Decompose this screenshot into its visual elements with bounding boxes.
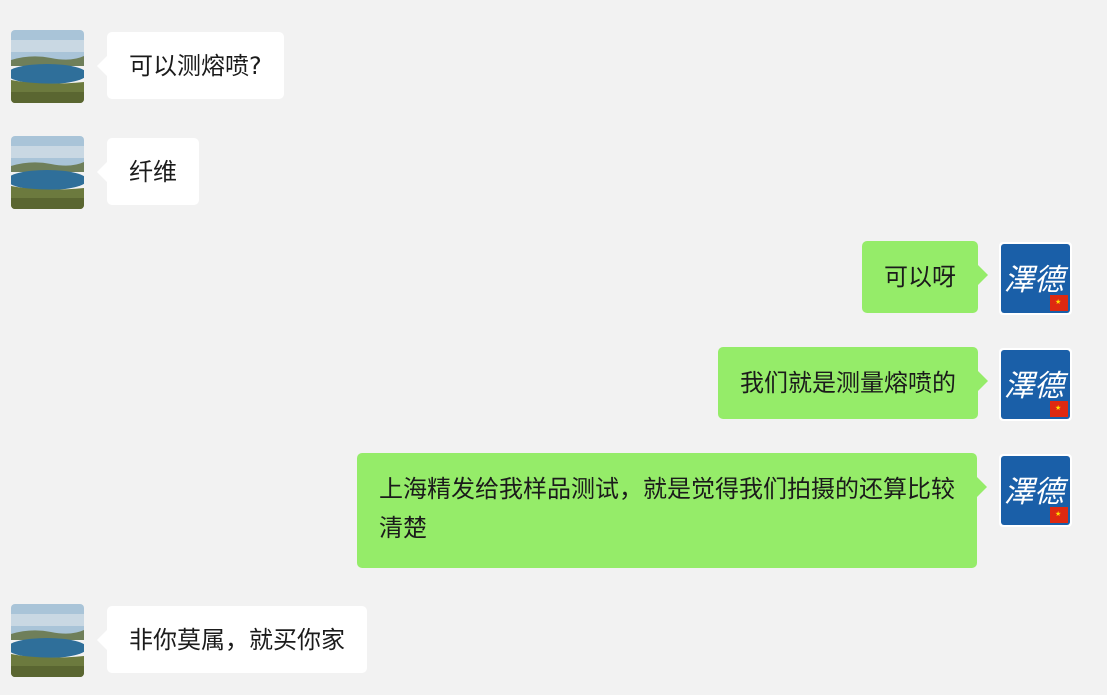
contact-avatar[interactable] xyxy=(11,30,84,103)
message-text: 非你莫属，就买你家 xyxy=(129,626,345,654)
self-avatar[interactable]: 澤德 ★ xyxy=(999,242,1072,315)
avatar-text: 澤德 xyxy=(1004,263,1069,298)
self-avatar[interactable]: 澤德 ★ xyxy=(999,348,1072,421)
message-text: 纤维 xyxy=(129,158,177,186)
message-bubble-outgoing[interactable]: 我们就是测量熔喷的 xyxy=(718,347,988,419)
calligraphy-logo-icon: 澤德 ★ xyxy=(999,454,1072,527)
calligraphy-logo-icon: 澤德 ★ xyxy=(999,348,1072,421)
lake-landscape-icon xyxy=(11,136,84,209)
contact-avatar[interactable] xyxy=(11,136,84,209)
avatar-text: 澤德 xyxy=(1004,475,1069,510)
calligraphy-logo-icon: 澤德 ★ xyxy=(999,242,1072,315)
contact-avatar[interactable] xyxy=(11,604,84,677)
svg-text:★: ★ xyxy=(1055,298,1061,306)
self-avatar[interactable]: 澤德 ★ xyxy=(999,454,1072,527)
message-text: 我们就是测量熔喷的 xyxy=(740,369,956,397)
message-bubble-outgoing[interactable]: 上海精发给我样品测试，就是觉得我们拍摄的还算比较清楚 xyxy=(357,453,987,568)
message-text: 上海精发给我样品测试，就是觉得我们拍摄的还算比较清楚 xyxy=(379,475,955,542)
lake-landscape-icon xyxy=(11,30,84,103)
message-bubble-incoming[interactable]: 非你莫属，就买你家 xyxy=(97,606,367,673)
message-bubble-outgoing[interactable]: 可以呀 xyxy=(862,241,988,313)
lake-landscape-icon xyxy=(11,604,84,677)
message-text: 可以测熔喷? xyxy=(129,52,262,80)
message-bubble-incoming[interactable]: 纤维 xyxy=(97,138,199,205)
svg-text:★: ★ xyxy=(1055,510,1061,518)
avatar-text: 澤德 xyxy=(1004,369,1069,404)
message-text: 可以呀 xyxy=(884,263,956,291)
message-bubble-incoming[interactable]: 可以测熔喷? xyxy=(97,32,284,99)
svg-text:★: ★ xyxy=(1055,404,1061,412)
